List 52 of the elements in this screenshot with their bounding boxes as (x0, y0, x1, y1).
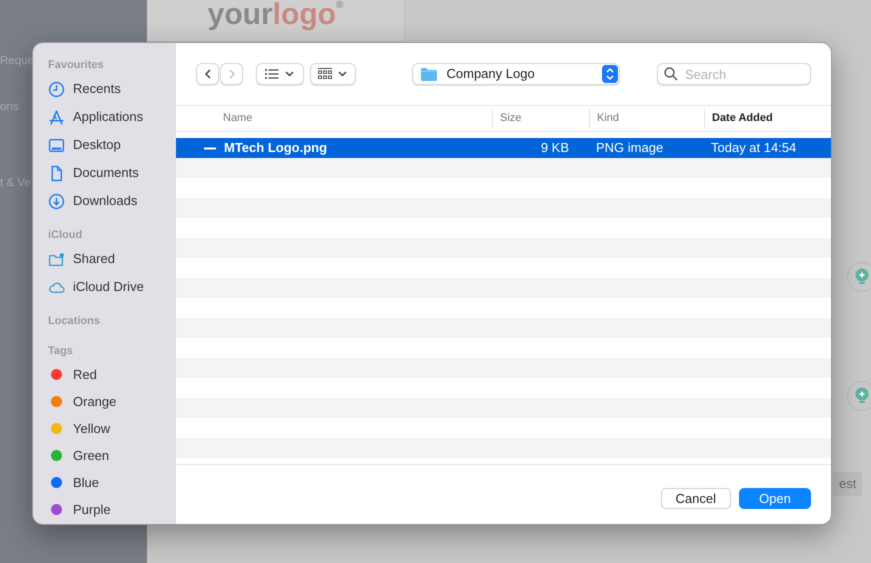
section-heading: Favourites (48, 58, 105, 73)
file-row[interactable]: MTech Logo.png 9 KB PNG image Today at 14:54 (176, 138, 831, 158)
clock-icon (48, 80, 65, 98)
sidebar-item[interactable]: Documents (48, 159, 176, 187)
section-heading: iCloud (48, 228, 84, 243)
grid-icon (318, 68, 332, 80)
location-dropdown[interactable]: Company Logo (412, 63, 620, 85)
app-store-icon (48, 108, 65, 126)
sidebar-item[interactable]: Orange (48, 388, 176, 415)
open-button[interactable]: Open (739, 488, 811, 509)
folder-icon (420, 68, 436, 80)
caret-icon (338, 71, 347, 77)
caret-icon (285, 71, 294, 77)
file-size: 9 KB (540, 139, 570, 158)
back-button[interactable] (196, 63, 219, 85)
column-header[interactable]: Date Added (704, 109, 831, 128)
lightbulb-icon (847, 381, 871, 411)
background-text: est (833, 472, 862, 496)
desktop-icon (48, 136, 65, 154)
sidebar-item[interactable]: Blue (48, 469, 176, 496)
file-name: MTech Logo.png (224, 139, 328, 158)
shared-folder-icon (48, 250, 65, 268)
sidebar-item[interactable]: iCloud Drive (48, 273, 176, 301)
download-icon (48, 192, 65, 210)
sidebar-item[interactable]: Yellow (48, 415, 176, 442)
sidebar-item[interactable]: Desktop (48, 131, 176, 159)
sidebar-item[interactable]: Red (48, 361, 176, 388)
grid-view-button[interactable] (310, 63, 356, 85)
sidebar-item[interactable]: Purple (48, 496, 176, 523)
lightbulb-icon (847, 262, 871, 292)
logo-text: yourlogo$^{®}$ (208, 0, 344, 30)
chevron-right-icon (226, 68, 236, 80)
column-header[interactable]: Name (176, 109, 492, 128)
list-icon (265, 69, 279, 79)
file-kind: PNG image (595, 139, 664, 158)
sidebar-item[interactable]: Recents (48, 75, 176, 103)
cancel-button[interactable]: Cancel (660, 488, 731, 509)
search-field[interactable]: Search (657, 63, 811, 85)
section-heading: Tags (48, 344, 74, 359)
sidebar-item[interactable]: Downloads (48, 187, 176, 215)
sidebar-item[interactable]: Shared (48, 245, 176, 273)
file-date: Today at 14:54 (710, 139, 798, 158)
column-header[interactable]: Kind (589, 109, 704, 128)
file-icon (204, 146, 216, 150)
chevron-left-icon (202, 68, 212, 80)
section-heading: Locations (48, 314, 101, 329)
column-header[interactable]: Size (492, 109, 589, 128)
list-view-button[interactable] (256, 63, 304, 85)
search-icon (664, 67, 678, 81)
sidebar-item[interactable]: Green (48, 442, 176, 469)
sidebar-item[interactable]: Applications (48, 103, 176, 131)
stepper-icon (602, 65, 618, 83)
